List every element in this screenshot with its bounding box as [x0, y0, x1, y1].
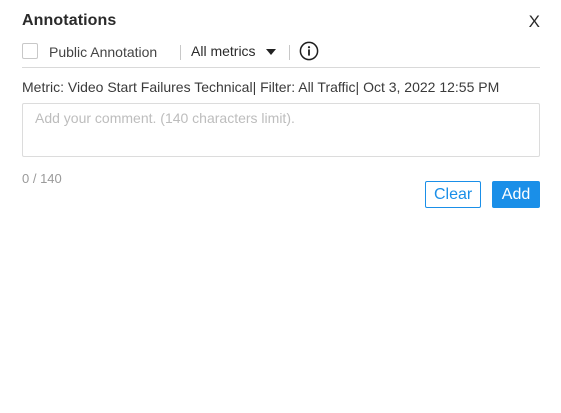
info-circle-icon[interactable]	[299, 41, 319, 61]
caret-down-icon	[265, 49, 276, 55]
public-annotation-checkbox[interactable]	[22, 43, 38, 59]
add-button[interactable]: Add	[492, 181, 540, 208]
character-counter: 0 / 140	[22, 171, 62, 186]
annotation-toolbar: Public Annotation All metrics	[22, 41, 540, 68]
divider	[180, 45, 181, 60]
comment-input[interactable]	[22, 103, 540, 157]
divider	[289, 45, 290, 60]
clear-button[interactable]: Clear	[425, 181, 481, 208]
metric-dropdown[interactable]: All metrics	[191, 43, 276, 59]
annotation-context: Metric: Video Start Failures Technical| …	[22, 79, 500, 95]
annotations-panel: Annotations X Public Annotation All metr…	[0, 0, 561, 413]
metric-dropdown-value: All metrics	[191, 43, 256, 59]
public-annotation-label[interactable]: Public Annotation	[49, 44, 157, 60]
close-button[interactable]: X	[529, 12, 540, 32]
panel-title: Annotations	[22, 12, 117, 29]
